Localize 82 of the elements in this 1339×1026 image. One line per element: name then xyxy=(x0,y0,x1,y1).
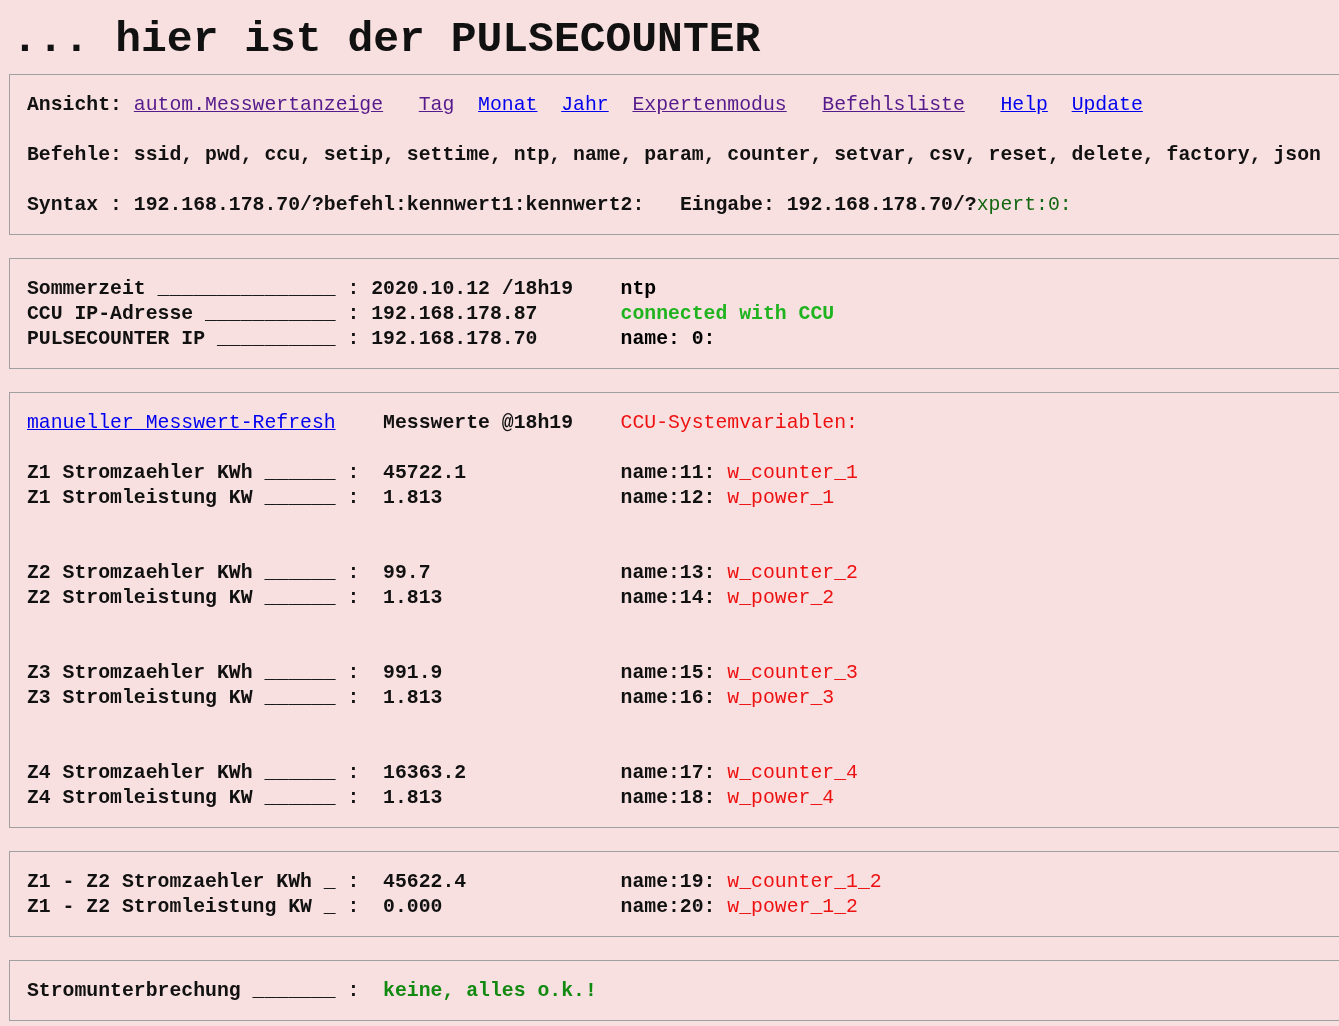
meter-label: Z1 Stromzaehler KWh ______ xyxy=(27,460,337,486)
variable-name: w_counter_3 xyxy=(727,660,858,686)
field-value: 192.168.178.87 xyxy=(371,301,539,327)
field-label: PULSECOUNTER IP __________ xyxy=(27,326,337,352)
meter-label: Z3 Stromzaehler KWh ______ xyxy=(27,660,337,686)
meter-label: Z4 Stromzaehler KWh ______ xyxy=(27,760,337,786)
meter-label: Z2 Stromleistung KW ______ xyxy=(27,585,337,611)
view-link[interactable]: Monat xyxy=(478,92,538,118)
variable-label: name:12: xyxy=(620,485,716,511)
separator: : xyxy=(347,760,361,786)
field-value: 2020.10.12 /18h19 xyxy=(371,276,575,302)
view-link[interactable]: Update xyxy=(1071,92,1143,118)
variable-name: w_counter_1_2 xyxy=(727,869,882,895)
variable-label: name:11: xyxy=(620,460,716,486)
view-link[interactable]: autom.Messwertanzeige xyxy=(133,92,384,118)
variable-label: name:14: xyxy=(620,585,716,611)
variable-label: name:20: xyxy=(620,894,716,920)
status-note: name: 0: xyxy=(620,326,716,352)
meter-value: 45622.4 xyxy=(383,869,468,895)
separator: : xyxy=(347,460,361,486)
page-title: ... hier ist der PULSECOUNTER xyxy=(12,14,762,66)
variable-label: name:18: xyxy=(620,785,716,811)
variable-label: name:17: xyxy=(620,760,716,786)
command-list: Befehle: ssid, pwd, ccu, setip, settime, ntp, name, param, counter, setvar, csv, reset, delete, factory, json xyxy=(27,142,1321,168)
meter-label: Z1 - Z2 Stromzaehler KWh _ xyxy=(27,869,337,895)
separator: : xyxy=(347,978,361,1004)
meter-value: 1.813 xyxy=(383,485,444,511)
separator: : xyxy=(347,560,361,586)
variable-label: name:13: xyxy=(620,560,716,586)
meter-label: Z1 Stromleistung KW ______ xyxy=(27,485,337,511)
meter-value: 991.9 xyxy=(383,660,444,686)
meter-label: Z2 Stromzaehler KWh ______ xyxy=(27,560,337,586)
outage-status: keine, alles o.k.! xyxy=(383,978,597,1004)
field-label: CCU IP-Adresse ___________ xyxy=(27,301,337,327)
meter-value: 99.7 xyxy=(383,560,432,586)
meter-label: Z3 Stromleistung KW ______ xyxy=(27,685,337,711)
meter-value: 1.813 xyxy=(383,685,444,711)
separator: : xyxy=(347,660,361,686)
input-label: Eingabe: 192.168.178.70/? xyxy=(679,192,977,218)
variable-name: w_power_2 xyxy=(727,585,835,611)
meter-label: Z1 - Z2 Stromleistung KW _ xyxy=(27,894,337,920)
variable-name: w_power_1 xyxy=(727,485,835,511)
separator: : xyxy=(347,685,361,711)
meter-label: Z4 Stromleistung KW ______ xyxy=(27,785,337,811)
separator: : xyxy=(347,485,361,511)
variable-name: w_counter_1 xyxy=(727,460,858,486)
field-label: Sommerzeit _______________ xyxy=(27,276,337,302)
input-value: xpert:0: xyxy=(976,192,1072,218)
meter-value: 1.813 xyxy=(383,785,444,811)
status-note: ntp xyxy=(620,276,657,302)
field-value: 192.168.178.70 xyxy=(371,326,539,352)
variable-name: w_power_3 xyxy=(727,685,835,711)
sysvar-heading: CCU-Systemvariablen: xyxy=(620,410,858,436)
view-link[interactable]: Befehlsliste xyxy=(822,92,965,118)
separator: : xyxy=(347,585,361,611)
variable-label: name:19: xyxy=(620,869,716,895)
separator: : xyxy=(347,276,361,302)
variable-name: w_counter_4 xyxy=(727,760,858,786)
separator: : xyxy=(347,894,361,920)
separator: : xyxy=(347,326,361,352)
separator: : xyxy=(347,785,361,811)
view-link[interactable]: Jahr xyxy=(561,92,609,118)
meter-value: 1.813 xyxy=(383,585,444,611)
refresh-link[interactable]: manueller Messwert-Refresh xyxy=(27,411,336,434)
variable-name: w_counter_2 xyxy=(727,560,858,586)
separator: : xyxy=(347,301,361,327)
separator: : xyxy=(347,869,361,895)
variable-name: w_power_4 xyxy=(727,785,835,811)
status-note: connected with CCU xyxy=(620,301,835,327)
variable-name: w_power_1_2 xyxy=(727,894,858,920)
syntax-text: Syntax : 192.168.178.70/?befehl:kennwert1:kennwert2: xyxy=(27,192,646,218)
view-link[interactable]: Tag xyxy=(418,92,455,118)
view-label: Ansicht: xyxy=(27,92,122,118)
variable-label: name:15: xyxy=(620,660,716,686)
view-link[interactable]: Help xyxy=(1000,92,1048,118)
view-link[interactable]: Expertenmodus xyxy=(632,92,787,118)
variable-label: name:16: xyxy=(620,685,716,711)
field-label: Stromunterbrechung _______ xyxy=(27,978,337,1004)
meter-value: 0.000 xyxy=(383,894,444,920)
meter-value: 16363.2 xyxy=(383,760,468,786)
meter-value: 45722.1 xyxy=(383,460,468,486)
timestamp: Messwerte @18h19 xyxy=(383,410,575,436)
